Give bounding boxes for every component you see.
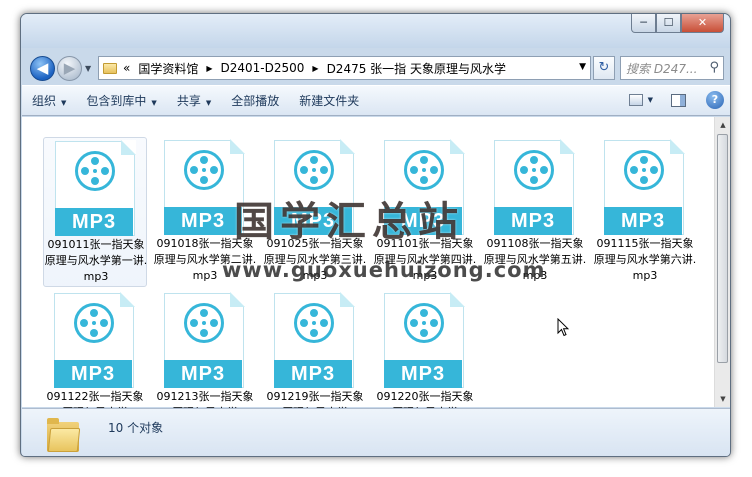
address-dropdown-icon[interactable]: ▼ [579,62,586,72]
mp3-file-icon: MP3 [274,139,355,235]
search-icon[interactable]: ⚲ [709,60,719,75]
include-in-library-menu[interactable]: 包含到库中 ▼ [76,92,166,109]
file-type-badge: MP3 [384,207,462,235]
mp3-file-icon: MP3 [384,292,465,388]
film-reel-icon [294,303,334,343]
maximize-button[interactable]: ☐ [656,14,681,33]
file-type-badge: MP3 [55,208,133,236]
navigation-row: ◀ ▶ ▼ « 国学资料馆 ▶ D2401-D2500 ▶ D2475 张一指 … [21,52,730,81]
file-type-badge: MP3 [604,207,682,235]
file-item[interactable]: MP3 091018张一指天象原理与风水学第二讲.mp3 [153,137,257,287]
command-bar: 组织 ▼ 包含到库中 ▼ 共享 ▼ 全部播放 新建文件夹 ▼ ? [22,85,730,116]
mp3-file-icon: MP3 [384,139,465,235]
item-count: 10 个对象 [108,421,164,435]
breadcrumb-item[interactable]: 国学资料馆 [138,60,198,77]
mouse-cursor-icon [557,318,569,337]
file-item[interactable]: MP3 091115张一指天象原理与风水学第六讲.mp3 [593,137,697,287]
play-all-button[interactable]: 全部播放 [221,92,289,109]
breadcrumb-item[interactable]: D2475 张一指 天象原理与风水学 [327,60,506,77]
file-name: 091115张一指天象原理与风水学第六讲.mp3 [593,237,697,282]
details-pane: 10 个对象 [22,408,730,456]
mp3-file-icon: MP3 [274,292,355,388]
share-menu[interactable]: 共享 ▼ [167,92,221,109]
scroll-up-icon[interactable]: ▲ [715,117,730,133]
file-type-badge: MP3 [384,360,462,388]
chevron-down-icon: ▼ [205,99,212,107]
new-folder-button[interactable]: 新建文件夹 [289,92,369,109]
file-type-badge: MP3 [494,207,572,235]
mp3-file-icon: MP3 [54,292,135,388]
refresh-button[interactable]: ↻ [593,56,615,80]
mp3-file-icon: MP3 [494,139,575,235]
file-name: 091025张一指天象原理与风水学第三讲.mp3 [263,237,367,282]
forward-button[interactable]: ▶ [57,56,82,81]
file-item[interactable]: MP3 091025张一指天象原理与风水学第三讲.mp3 [263,137,367,287]
breadcrumb-arrow-icon[interactable]: ▶ [206,64,212,73]
close-button[interactable]: ✕ [681,14,724,33]
film-reel-icon [624,150,664,190]
mp3-file-icon: MP3 [55,140,136,236]
film-reel-icon [184,150,224,190]
file-type-badge: MP3 [164,207,242,235]
file-name: 091101张一指天象原理与风水学第四讲.mp3 [373,237,477,282]
mp3-file-icon: MP3 [604,139,685,235]
organize-menu[interactable]: 组织 ▼ [22,92,76,109]
file-item[interactable]: MP3 091101张一指天象原理与风水学第四讲.mp3 [373,137,477,287]
caption-buttons: ─ ☐ ✕ [631,14,724,33]
file-name: 091108张一指天象原理与风水学第五讲.mp3 [483,237,587,282]
file-type-badge: MP3 [274,360,352,388]
search-placeholder: 搜索 D247... [626,61,698,76]
file-item[interactable]: MP3 091108张一指天象原理与风水学第五讲.mp3 [483,137,587,287]
share-label: 共享 [176,94,201,108]
chevron-down-icon: ▼ [151,99,157,107]
scrollbar-thumb[interactable] [717,134,728,363]
help-icon[interactable]: ? [706,91,724,109]
include-in-library-label: 包含到库中 [86,94,147,108]
change-view-icon[interactable] [628,94,643,106]
explorer-window: ─ ☐ ✕ ◀ ▶ ▼ « 国学资料馆 ▶ D2401-D2500 ▶ D247… [20,13,731,457]
file-name: 091011张一指天象原理与风水学第一讲.mp3 [44,238,148,283]
film-reel-icon [404,303,444,343]
preview-pane-icon[interactable] [671,93,686,107]
organize-label: 组织 [32,94,57,108]
back-button[interactable]: ◀ [30,56,55,81]
chevron-down-icon: ▼ [61,99,67,107]
vertical-scrollbar[interactable]: ▲ ▼ [714,117,730,407]
address-bar[interactable]: « 国学资料馆 ▶ D2401-D2500 ▶ D2475 张一指 天象原理与风… [98,56,591,80]
minimize-button[interactable]: ─ [631,14,656,33]
file-type-badge: MP3 [54,360,132,388]
title-bar[interactable]: ─ ☐ ✕ [21,14,730,48]
scroll-down-icon[interactable]: ▼ [715,391,730,407]
film-reel-icon [74,303,114,343]
mp3-file-icon: MP3 [164,139,245,235]
search-input[interactable]: 搜索 D247... ⚲ [620,56,724,80]
film-reel-icon [404,150,444,190]
file-type-badge: MP3 [164,360,242,388]
file-list[interactable]: MP3 091011张一指天象原理与风水学第一讲.mp3 MP3 091018张一指天… [22,117,730,419]
file-type-badge: MP3 [274,207,352,235]
folder-icon [103,62,117,74]
file-item[interactable]: MP3 091011张一指天象原理与风水学第一讲.mp3 [43,137,147,287]
breadcrumb-overflow[interactable]: « [123,61,130,75]
film-reel-icon [294,150,334,190]
mp3-file-icon: MP3 [164,292,245,388]
film-reel-icon [514,150,554,190]
breadcrumb-arrow-icon[interactable]: ▶ [312,64,318,73]
film-reel-icon [184,303,224,343]
chevron-down-icon[interactable]: ▼ [648,96,653,104]
folder-icon [47,418,81,452]
recent-pages-dropdown-icon[interactable]: ▼ [85,64,91,73]
breadcrumb-item[interactable]: D2401-D2500 [221,61,305,75]
file-name: 091018张一指天象原理与风水学第二讲.mp3 [153,237,257,282]
film-reel-icon [75,151,115,191]
view-controls: ▼ ? [628,91,724,109]
